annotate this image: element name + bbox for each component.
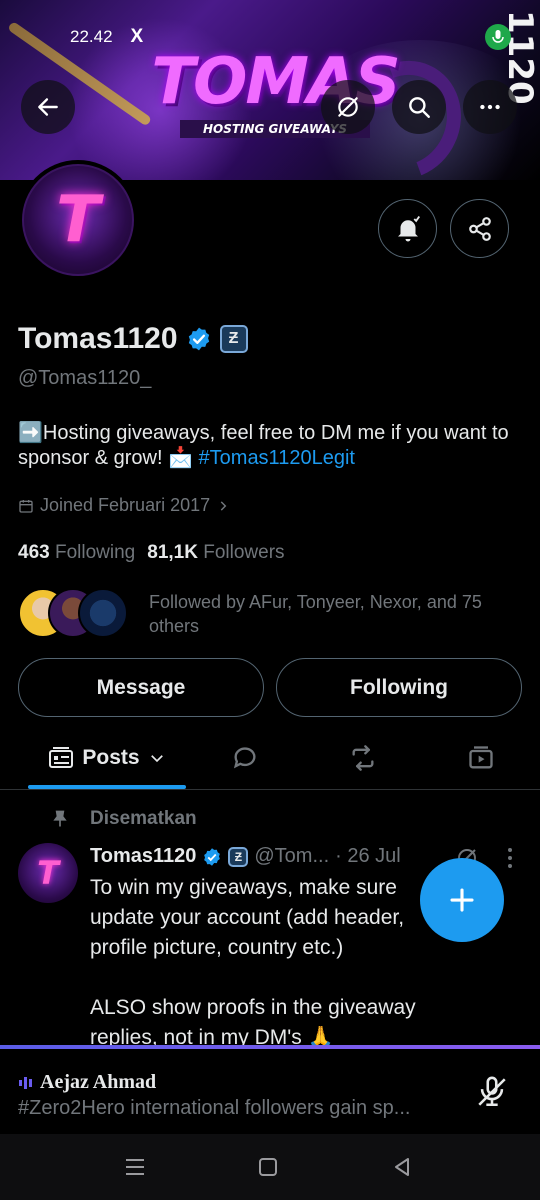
mic-indicator-icon <box>485 24 511 50</box>
tweet-date: · 26 Jul <box>335 845 401 867</box>
tweet-header: Tomas1120 Ƶ @Tom... · 26 Jul <box>90 845 401 868</box>
message-button[interactable]: Message <box>18 658 264 717</box>
tweet-author-handle: @Tom... <box>254 845 330 867</box>
share-profile-button[interactable] <box>450 199 509 258</box>
arrow-left-icon <box>38 98 58 116</box>
repost-icon <box>352 744 374 771</box>
grok-icon <box>338 97 358 117</box>
pin-icon <box>53 810 67 827</box>
back-button[interactable] <box>21 80 75 134</box>
posts-icon <box>49 746 74 768</box>
status-bar: 22.42 X <box>70 26 143 48</box>
followed-by-text[interactable]: Followed by AFur, Tonyeer, Nexor, and 75… <box>149 590 529 638</box>
tab-reposts[interactable] <box>328 725 398 790</box>
home-button[interactable] <box>250 1149 286 1185</box>
menu-icon <box>126 1159 144 1175</box>
reply-icon <box>233 746 256 768</box>
grok-button[interactable] <box>321 80 375 134</box>
space-title[interactable]: #Zero2Hero international followers gain … <box>18 1097 458 1120</box>
joined-text: Joined Februari 2017 <box>40 495 211 515</box>
tweet-avatar[interactable]: T <box>18 843 78 903</box>
profile-tabs: Posts <box>0 725 540 790</box>
compose-fab-button[interactable] <box>420 858 504 942</box>
calendar-icon <box>19 499 33 513</box>
profile-name-row: Tomas1120 Ƶ <box>18 322 248 356</box>
media-icon <box>469 745 493 768</box>
bell-check-icon <box>397 215 420 241</box>
avatar <box>78 588 128 638</box>
x-logo-icon: X <box>130 26 144 47</box>
search-icon <box>409 97 430 118</box>
square-icon <box>259 1158 277 1176</box>
space-host: Aejaz Ahmad <box>18 1071 156 1094</box>
audio-bars-icon <box>19 1076 32 1089</box>
tab-replies[interactable] <box>210 725 280 790</box>
verified-badge-icon[interactable] <box>186 326 212 352</box>
followed-by-avatars[interactable] <box>18 588 128 638</box>
verified-badge-icon <box>204 847 221 866</box>
tab-posts-label: Posts <box>82 745 140 769</box>
profile-avatar[interactable]: T <box>18 160 138 280</box>
search-button[interactable] <box>392 80 446 134</box>
tab-active-indicator <box>28 785 186 789</box>
pinned-label: Disematkan <box>50 808 197 830</box>
profile-bio: ➡️Hosting giveaways, feel free to DM me … <box>18 421 528 471</box>
followers-stat[interactable]: 81,1K Followers <box>147 542 284 564</box>
space-host-name: Aejaz Ahmad <box>40 1071 157 1093</box>
status-time: 22.42 <box>70 27 113 46</box>
recent-apps-button[interactable] <box>117 1149 153 1185</box>
more-icon <box>480 104 500 110</box>
profile-name: Tomas1120 <box>18 322 178 355</box>
plus-icon <box>450 888 474 912</box>
profile-handle: @Tomas1120_ <box>18 367 152 389</box>
pinned-text: Disematkan <box>90 808 197 829</box>
back-nav-button[interactable] <box>384 1149 420 1185</box>
chevron-down-icon <box>150 754 163 762</box>
avatar-image: T <box>22 164 134 276</box>
mic-off-icon[interactable] <box>475 1075 509 1109</box>
profile-stats: 463 Following 81,1K Followers <box>18 542 285 564</box>
tab-posts[interactable]: Posts <box>28 725 186 790</box>
tab-media[interactable] <box>446 725 516 790</box>
more-options-button[interactable] <box>463 80 517 134</box>
following-stat[interactable]: 463 Following <box>18 542 135 564</box>
affiliate-badge-icon[interactable]: Ƶ <box>219 325 248 353</box>
notifications-button[interactable] <box>378 199 437 258</box>
chevron-right-icon <box>220 500 227 511</box>
banner-title: TOMAS <box>151 45 400 119</box>
share-icon <box>468 216 491 241</box>
tweet-more-icon[interactable] <box>500 846 520 870</box>
affiliate-badge-icon: Ƶ <box>228 846 249 867</box>
bio-hashtag-link[interactable]: #Tomas1120Legit <box>199 447 355 469</box>
joined-date[interactable]: Joined Februari 2017 <box>18 495 230 516</box>
triangle-back-icon <box>395 1158 409 1176</box>
following-button[interactable]: Following <box>276 658 522 717</box>
tweet-author-name[interactable]: Tomas1120 <box>90 845 196 868</box>
